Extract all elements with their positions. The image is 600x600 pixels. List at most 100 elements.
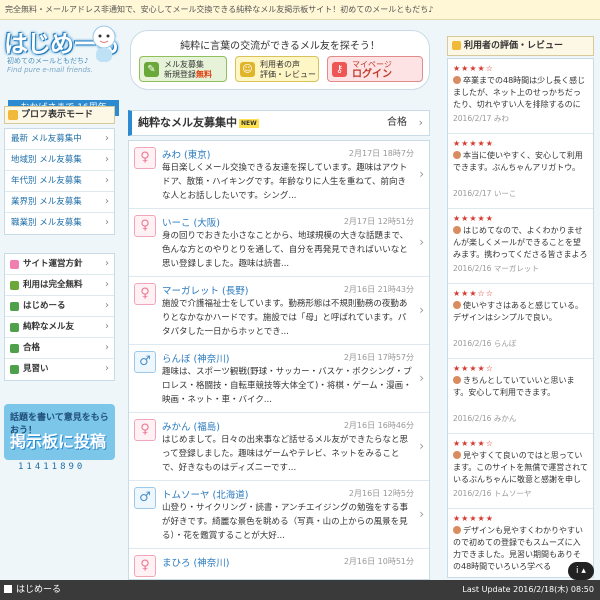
menu-item-pure[interactable]: 純粋なメル友 › <box>5 317 114 338</box>
chevron-right-icon: › <box>105 258 109 269</box>
menu-item-trainee[interactable]: 見習い › <box>5 359 114 380</box>
menu-item-label: はじめーる <box>23 301 66 311</box>
female-avatar-icon: ♀ <box>134 147 156 169</box>
reviews-heading-text: 利用者の評価・レビュー <box>464 41 564 51</box>
poster-name[interactable]: みわ (東京) <box>162 147 210 161</box>
post-body: 身の回りでおきた小さなことから、地球規模の大きな話題まで、色んな方とのやりとりを… <box>162 231 409 269</box>
review-item: ★★★★★ 本当に使いやすく、安心して利用できます。ぶんちゃんアリガトウ。 20… <box>448 134 593 209</box>
post-body: 毎日楽しくメール交換できる友達を探しています。趣味はアウトドア、散策・ハイキング… <box>162 163 408 201</box>
sidebar-item-latest[interactable]: 最新 メル友募集中 › <box>5 129 114 150</box>
menu-item-free[interactable]: 利用は完全無料 › <box>5 275 114 296</box>
note-icon <box>452 41 461 50</box>
register-button-line1: メル友募集 <box>164 60 204 69</box>
hero-panel: 純粋に言葉の交流ができるメル友を探そう！ ✎ メル友募集 新規登録無料 ☺ 利用… <box>130 30 430 90</box>
post-body: はじめまして。日々の出来事など話せるメル友ができたらなと思って登録しました。趣味… <box>162 435 408 473</box>
new-badge: NEW <box>239 118 259 128</box>
home-icon <box>4 585 12 593</box>
note-icon <box>8 110 18 120</box>
list-item[interactable]: ♀ みかん (福島) 2月16日 16時46分 はじめまして。日々の出来事など話… <box>129 413 429 481</box>
sidebar-item-label: 職業別 メル友募集 <box>11 218 82 228</box>
review-item: ★★★★☆ きちんとしていていいと思います。安心して利用できます。 2016/2… <box>448 359 593 434</box>
review-text: 卒業までの48時間は少し長く感じましたが、ネット上のせっかちだったり、切れやすい… <box>453 76 586 109</box>
review-meta: 2016/2/16 らんぼ <box>453 339 517 348</box>
menu-item-pass[interactable]: 合格 › <box>5 338 114 359</box>
last-update: Last Update 2016/2/18(木) 08:50 <box>462 585 594 594</box>
reviews-button[interactable]: ☺ 利用者の声 評価・レビュー <box>235 56 319 82</box>
star-rating: ★★★☆☆ <box>453 289 494 298</box>
star-rating: ★★★★☆ <box>453 439 494 448</box>
list-item[interactable]: ♂ トムソーヤ (北海道) 2月16日 12時5分 山登り・サイクリング・読書・… <box>129 481 429 549</box>
site-logo[interactable]: はじめーる 初めてのメールともだち♪ Find pure e-mail frie… <box>4 22 120 116</box>
star-rating: ★★★★★ <box>453 214 494 223</box>
female-avatar-icon: ♀ <box>134 283 156 305</box>
review-text: はじめてなので、よくわかりませんが楽しくメールができることを望みます。携わってく… <box>453 226 588 259</box>
post-body: 山登り・サイクリング・読書・アンチエイジングの勉強をする事が好きです。綺麗な景色… <box>162 503 408 541</box>
poster-name[interactable]: みかん (福島) <box>162 419 220 433</box>
chevron-right-icon: › <box>105 217 109 228</box>
board-banner-line2: 掲示板に投稿 <box>10 432 107 451</box>
male-avatar-icon: ♂ <box>134 487 156 509</box>
post-body: 施設で介護福祉士をしています。勤務形態は不規則勤務の夜勤ありとなかなかハードです… <box>162 299 408 337</box>
list-item[interactable]: ♂ らんぼ (神奈川) 2月16日 17時57分 趣味は、スポーツ観戦(野球・サ… <box>129 345 429 413</box>
user-face-icon <box>453 376 461 384</box>
poster-name[interactable]: らんぼ (神奈川) <box>162 351 229 365</box>
chevron-right-icon: › <box>105 133 109 144</box>
chevron-right-icon: › <box>105 321 109 332</box>
sidebar-item-region[interactable]: 地域別 メル友募集 › <box>5 150 114 171</box>
post-date: 2月17日 18時7分 <box>348 149 414 158</box>
menu-item-hajimeru[interactable]: はじめーる › <box>5 296 114 317</box>
chevron-right-icon: › <box>419 303 424 317</box>
list-item[interactable]: ♀ みわ (東京) 2月17日 18時7分 毎日楽しくメール交換できる友達を探し… <box>129 141 429 209</box>
info-toggle-button[interactable]: i ▴ <box>568 562 594 580</box>
register-button-free: 無料 <box>196 70 212 79</box>
review-item: ★★★★☆ 見やすくて良いのではと思っています。このサイトを無償で運営されている… <box>448 434 593 509</box>
star-rating: ★★★★★ <box>453 139 494 148</box>
sidebar-item-label: 最新 メル友募集中 <box>11 134 82 144</box>
sidebar-item-industry[interactable]: 業界別 メル友募集 › <box>5 192 114 213</box>
top-banner: 完全無料・メールアドレス非通知で、安心してメール交換できる純粋なメル友掲示板サイ… <box>0 0 600 20</box>
visitor-counter: 11411890 <box>18 462 86 472</box>
menu-item-label: サイト運営方針 <box>23 259 83 269</box>
star-rating: ★★★★☆ <box>453 64 494 73</box>
review-meta: 2016/2/17 いーこ <box>453 189 517 198</box>
status-filter[interactable]: 合格 <box>387 111 407 135</box>
menu-item-policy[interactable]: サイト運営方針 › <box>5 254 114 275</box>
chevron-right-icon: › <box>105 342 109 353</box>
poster-name[interactable]: まひろ (神奈川) <box>162 555 229 569</box>
leaf-icon <box>10 302 19 311</box>
leaf-icon <box>10 323 19 332</box>
hero-title: 純粋に言葉の交流ができるメル友を探そう！ <box>180 41 380 52</box>
post-date: 2月16日 10時51分 <box>343 557 414 566</box>
sidebar-item-age[interactable]: 年代別 メル友募集 › <box>5 171 114 192</box>
home-link-label: はじめーる <box>16 585 62 595</box>
list-item[interactable]: ♀ まひろ (神奈川) 2月16日 10時51分 <box>129 549 429 579</box>
review-text: 使いやすさはあると感じている。デザインはシンプルで良い。 <box>453 301 583 322</box>
main-section-heading: 純粋なメル友募集中 NEW 合格 › <box>128 110 430 136</box>
user-face-icon <box>453 301 461 309</box>
pencil-icon: ✎ <box>144 62 159 77</box>
chevron-right-icon[interactable]: › <box>419 111 423 135</box>
review-meta: 2016/2/16 トムソーヤ <box>453 489 532 498</box>
profile-mode-heading: プロフ表示モード <box>4 106 115 124</box>
review-item: ★★★★★ はじめてなので、よくわかりませんが楽しくメールができることを望みます… <box>448 209 593 284</box>
list-item[interactable]: ♀ いーこ (大阪) 2月17日 12時51分 身の回りでおきた小さなことから、… <box>129 209 429 277</box>
register-button[interactable]: ✎ メル友募集 新規登録無料 <box>139 56 227 82</box>
list-item[interactable]: ♀ マーガレット (長野) 2月16日 21時43分 施設で介護福祉士をしていま… <box>129 277 429 345</box>
menu-item-label: 利用は完全無料 <box>23 280 83 290</box>
chevron-right-icon: › <box>105 363 109 374</box>
baby-mascot-icon <box>92 25 116 62</box>
sidebar-item-occupation[interactable]: 職業別 メル友募集 › <box>5 213 114 234</box>
post-body <box>162 569 414 579</box>
home-link[interactable]: はじめーる <box>4 580 61 600</box>
board-post-banner[interactable]: 話題を書いて意見をもらおう！ 掲示板に投稿 <box>4 404 115 460</box>
review-meta: 2016/2/16 みかん <box>453 414 517 423</box>
poster-name[interactable]: トムソーヤ (北海道) <box>162 487 248 501</box>
post-date: 2月16日 12時5分 <box>348 489 414 498</box>
user-face-icon <box>453 151 461 159</box>
main-heading-text: 純粋なメル友募集中 <box>138 116 237 129</box>
reviews-button-line2: 評価・レビュー <box>260 70 316 79</box>
poster-name[interactable]: いーこ (大阪) <box>162 215 220 229</box>
poster-name[interactable]: マーガレット (長野) <box>162 283 248 297</box>
review-text: デザインも見やすくわかりやすいので初めての登録でもスムーズに入力できました。見習… <box>453 526 583 571</box>
login-button[interactable]: ⚷ マイページ ログイン <box>327 56 423 82</box>
